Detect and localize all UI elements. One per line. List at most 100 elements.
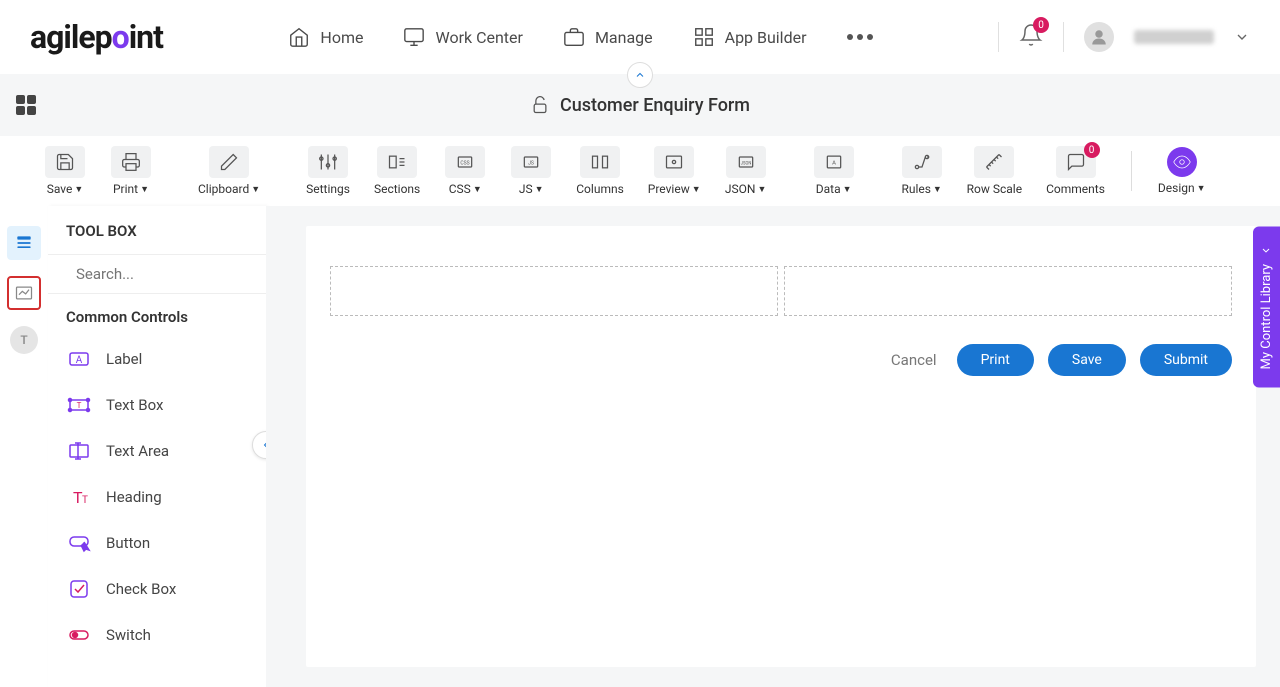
control-heading[interactable]: TT Heading <box>48 474 266 520</box>
control-textarea[interactable]: Text Area <box>48 428 266 474</box>
logo: agilepoint <box>30 18 163 56</box>
tool-settings[interactable]: Settings <box>298 146 358 196</box>
chart-icon <box>14 283 34 303</box>
tool-js[interactable]: JS JS▼ <box>502 146 560 196</box>
sliders-icon <box>318 152 338 172</box>
json-icon: JSON <box>736 152 756 172</box>
cancel-button[interactable]: Cancel <box>885 351 943 369</box>
preview-icon <box>664 152 684 172</box>
tool-design-label: Design <box>1158 181 1195 195</box>
comment-icon <box>1066 152 1086 172</box>
tool-css-label: CSS <box>449 182 471 196</box>
home-icon <box>288 26 310 48</box>
user-avatar[interactable] <box>1084 22 1114 52</box>
collapse-header[interactable] <box>627 62 653 88</box>
control-button[interactable]: Button <box>48 520 266 566</box>
control-label-text: Label <box>106 350 142 368</box>
drop-zone-right[interactable] <box>784 266 1232 316</box>
data-icon: A <box>824 152 844 172</box>
tool-row-scale-label: Row Scale <box>967 182 1022 196</box>
tool-js-label: JS <box>519 182 533 196</box>
search-input[interactable] <box>76 265 275 283</box>
tool-sections-label: Sections <box>374 182 420 196</box>
tool-data[interactable]: A Data▼ <box>805 146 863 196</box>
control-checkbox[interactable]: Check Box <box>48 566 266 612</box>
divider <box>1063 22 1064 52</box>
tool-row-scale[interactable]: Row Scale <box>959 146 1030 196</box>
tool-sections[interactable]: Sections <box>366 146 428 196</box>
svg-text:JS: JS <box>528 161 534 167</box>
chevron-left-icon <box>1261 244 1273 256</box>
control-library-tab[interactable]: My Control Library <box>1253 226 1280 387</box>
toolbar: Save▼ Print▼ Clipboard▼ Settings Section… <box>0 136 1280 206</box>
tool-design[interactable]: Design▼ <box>1150 147 1214 195</box>
unlock-icon <box>530 95 550 115</box>
tool-preview[interactable]: Preview▼ <box>640 146 709 196</box>
nav-work-center[interactable]: Work Center <box>403 26 522 48</box>
tool-rules-label: Rules <box>901 182 930 196</box>
tool-rules[interactable]: Rules▼ <box>893 146 951 196</box>
notif-badge: 0 <box>1033 17 1049 33</box>
control-textbox[interactable]: T Text Box <box>48 382 266 428</box>
tool-comments[interactable]: 0 Comments <box>1038 146 1113 196</box>
tool-columns-label: Columns <box>576 182 624 196</box>
tool-clipboard-label: Clipboard <box>198 182 249 196</box>
tool-data-label: Data <box>816 182 841 196</box>
rules-icon <box>912 152 932 172</box>
tool-clipboard[interactable]: Clipboard▼ <box>190 146 268 196</box>
eye-icon <box>1173 153 1191 171</box>
control-switch[interactable]: Switch <box>48 612 266 658</box>
columns-icon <box>590 152 610 172</box>
css-icon: CSS <box>455 152 475 172</box>
canvas-inner: Cancel Print Save Submit <box>306 226 1256 667</box>
comments-badge: 0 <box>1084 142 1100 158</box>
control-label[interactable]: A Label <box>48 336 266 382</box>
heading-icon: TT <box>67 485 91 509</box>
sections-icon <box>387 152 407 172</box>
button-icon <box>67 531 91 555</box>
nav-app-builder[interactable]: App Builder <box>693 26 807 48</box>
grid-icon <box>693 26 715 48</box>
tool-print[interactable]: Print▼ <box>102 146 160 196</box>
toolbox-search[interactable] <box>48 254 266 294</box>
switch-icon <box>67 623 91 647</box>
save-button[interactable]: Save <box>1048 344 1126 376</box>
toolbox-section: Common Controls <box>48 294 266 336</box>
pencil-icon <box>219 152 239 172</box>
nav-app-builder-label: App Builder <box>725 28 807 47</box>
subheader: Customer Enquiry Form <box>0 74 1280 136</box>
chevron-down-icon[interactable] <box>1234 29 1250 45</box>
control-textbox-text: Text Box <box>106 396 163 414</box>
nav-home-label: Home <box>320 28 363 47</box>
submit-button[interactable]: Submit <box>1140 344 1232 376</box>
main: T TOOL BOX Common Controls A Label T Tex… <box>0 206 1280 687</box>
toolbox: TOOL BOX Common Controls A Label T Text … <box>48 206 266 687</box>
checkbox-icon <box>67 577 91 601</box>
control-library-label: My Control Library <box>1259 264 1274 369</box>
rail-analytics-tab[interactable] <box>7 276 41 310</box>
tool-save[interactable]: Save▼ <box>36 146 94 196</box>
form-title-wrap: Customer Enquiry Form <box>530 95 750 116</box>
tool-json-label: JSON <box>725 182 756 196</box>
svg-text:CSS: CSS <box>461 161 470 167</box>
rail-form-tab[interactable] <box>7 226 41 260</box>
tool-columns[interactable]: Columns <box>568 146 632 196</box>
print-button[interactable]: Print <box>957 344 1034 376</box>
notifications[interactable]: 0 <box>1019 23 1043 51</box>
nav-more[interactable] <box>847 34 873 40</box>
user-icon <box>1090 28 1108 46</box>
tool-css[interactable]: CSS CSS▼ <box>436 146 494 196</box>
tool-print-label: Print <box>113 182 138 196</box>
tool-json[interactable]: JSON JSON▼ <box>717 146 775 196</box>
tool-settings-label: Settings <box>306 182 350 196</box>
save-icon <box>55 152 75 172</box>
nav-right: 0 <box>998 22 1250 52</box>
apps-grid[interactable] <box>16 95 36 115</box>
rail-template-tab[interactable]: T <box>10 326 38 354</box>
control-switch-text: Switch <box>106 626 151 644</box>
nav-home[interactable]: Home <box>288 26 363 48</box>
drop-zone-left[interactable] <box>330 266 778 316</box>
print-icon <box>121 152 141 172</box>
nav-work-center-label: Work Center <box>435 28 522 47</box>
nav-manage[interactable]: Manage <box>563 26 653 48</box>
